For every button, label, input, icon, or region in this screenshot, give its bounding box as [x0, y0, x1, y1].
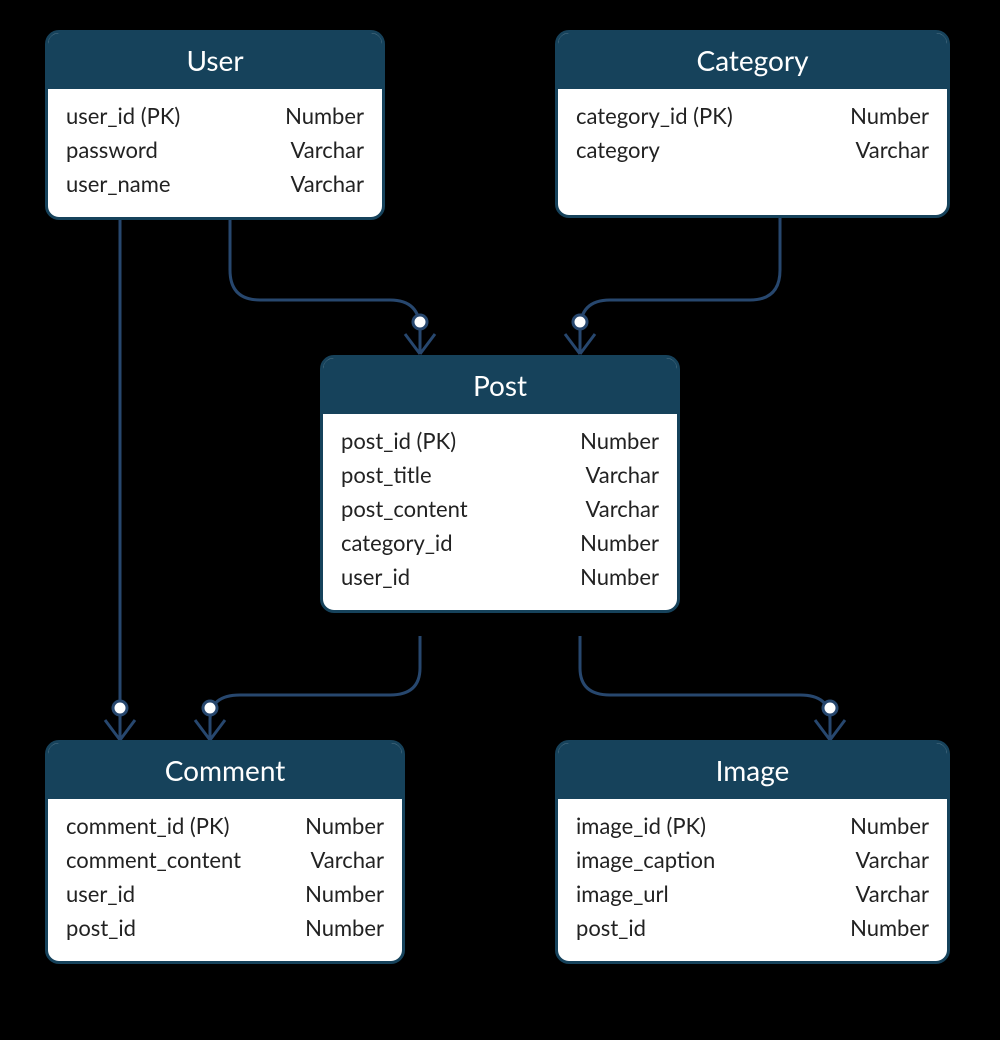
crowsfoot-post-comment [195, 701, 225, 740]
rel-category-post [580, 218, 780, 354]
attr-type: Varchar [856, 133, 930, 167]
attr-type: Varchar [586, 458, 660, 492]
attr-row: post_id Number [576, 911, 929, 945]
crowsfoot-user-post [405, 315, 435, 354]
attr-type: Varchar [586, 492, 660, 526]
entity-body: category_id (PK) Number category Varchar [558, 89, 947, 183]
attr-row: comment_content Varchar [66, 843, 384, 877]
attr-name: image_caption [576, 843, 715, 877]
attr-name: post_content [341, 492, 468, 526]
attr-type: Number [850, 911, 929, 945]
attr-name: comment_content [66, 843, 241, 877]
attr-row: post_title Varchar [341, 458, 659, 492]
attr-type: Number [305, 809, 384, 843]
er-diagram-canvas: User user_id (PK) Number password Varcha… [0, 0, 1000, 1040]
entity-title: Post [323, 358, 677, 414]
attr-type: Number [305, 911, 384, 945]
entity-user: User user_id (PK) Number password Varcha… [45, 30, 385, 220]
entity-comment: Comment comment_id (PK) Number comment_c… [45, 740, 405, 964]
attr-row: image_id (PK) Number [576, 809, 929, 843]
attr-type: Number [580, 560, 659, 594]
rel-post-image [580, 636, 830, 740]
entity-body: post_id (PK) Number post_title Varchar p… [323, 414, 677, 610]
attr-name: post_id (PK) [341, 424, 456, 458]
entity-title: Image [558, 743, 947, 799]
attr-name: image_id (PK) [576, 809, 706, 843]
attr-name: image_url [576, 877, 669, 911]
attr-name: user_id [341, 560, 410, 594]
attr-row: post_id (PK) Number [341, 424, 659, 458]
entity-title: Comment [48, 743, 402, 799]
attr-row: comment_id (PK) Number [66, 809, 384, 843]
attr-name: password [66, 133, 158, 167]
attr-name: post_id [576, 911, 646, 945]
attr-row: user_name Varchar [66, 167, 364, 201]
entity-title: User [48, 33, 382, 89]
attr-name: category [576, 133, 660, 167]
attr-type: Varchar [291, 133, 365, 167]
attr-name: category_id [341, 526, 453, 560]
entity-title: Category [558, 33, 947, 89]
attr-row: image_caption Varchar [576, 843, 929, 877]
attr-type: Number [850, 99, 929, 133]
attr-row: category_id (PK) Number [576, 99, 929, 133]
attr-row: password Varchar [66, 133, 364, 167]
attr-type: Varchar [311, 843, 385, 877]
attr-row: category Varchar [576, 133, 929, 167]
attr-name: user_id [66, 877, 135, 911]
attr-type: Varchar [291, 167, 365, 201]
attr-type: Number [580, 526, 659, 560]
attr-name: category_id (PK) [576, 99, 733, 133]
crowsfoot-post-image [815, 701, 845, 740]
attr-name: comment_id (PK) [66, 809, 229, 843]
entity-post: Post post_id (PK) Number post_title Varc… [320, 355, 680, 613]
crowsfoot-user-comment [105, 701, 135, 740]
attr-type: Number [580, 424, 659, 458]
attr-row: category_id Number [341, 526, 659, 560]
attr-type: Varchar [856, 843, 930, 877]
rel-post-comment [210, 636, 420, 740]
entity-image: Image image_id (PK) Number image_caption… [555, 740, 950, 964]
attr-name: user_name [66, 167, 170, 201]
attr-type: Number [285, 99, 364, 133]
attr-name: user_id (PK) [66, 99, 180, 133]
entity-body: comment_id (PK) Number comment_content V… [48, 799, 402, 961]
entity-body: user_id (PK) Number password Varchar use… [48, 89, 382, 217]
attr-row: post_content Varchar [341, 492, 659, 526]
entity-body: image_id (PK) Number image_caption Varch… [558, 799, 947, 961]
attr-name: post_id [66, 911, 136, 945]
attr-row: user_id Number [341, 560, 659, 594]
attr-row: post_id Number [66, 911, 384, 945]
attr-row: user_id Number [66, 877, 384, 911]
attr-type: Number [850, 809, 929, 843]
attr-type: Number [305, 877, 384, 911]
rel-user-post [230, 218, 420, 354]
attr-row: image_url Varchar [576, 877, 929, 911]
attr-name: post_title [341, 458, 432, 492]
entity-category: Category category_id (PK) Number categor… [555, 30, 950, 218]
attr-row: user_id (PK) Number [66, 99, 364, 133]
crowsfoot-category-post [565, 315, 595, 354]
attr-type: Varchar [856, 877, 930, 911]
